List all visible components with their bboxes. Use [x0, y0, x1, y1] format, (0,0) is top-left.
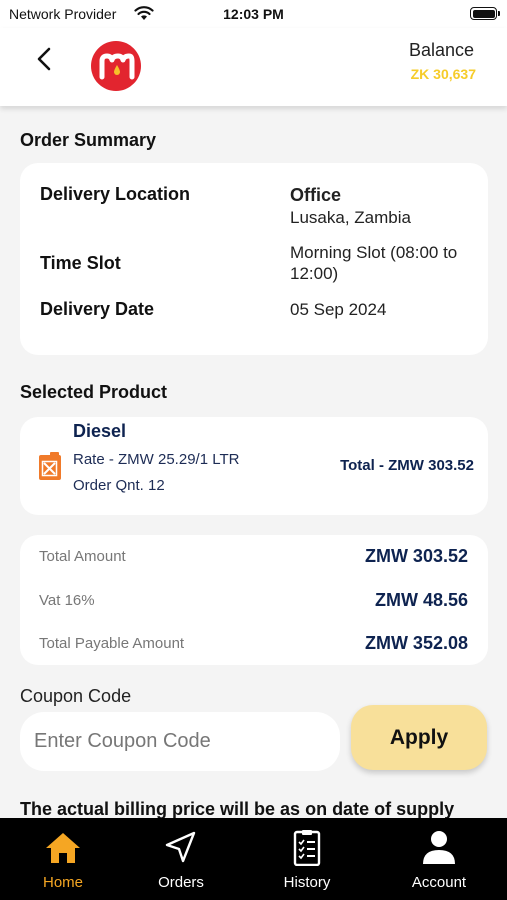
balance-value: ZK 30,637	[410, 66, 476, 82]
billing-note: The actual billing price will be as on d…	[20, 799, 455, 819]
back-arrow-icon[interactable]	[30, 44, 60, 74]
tab-home-label: Home	[42, 874, 83, 891]
order-summary-card: Delivery Location Office Lusaka, Zambia …	[20, 163, 488, 355]
time-slot-label: Time Slot	[40, 253, 121, 273]
product-name: Diesel	[73, 421, 127, 441]
balance-label: Balance	[408, 40, 474, 60]
brand-logo	[91, 41, 141, 91]
delivery-date-label: Delivery Date	[40, 299, 155, 319]
app-header: Balance ZK 30,637	[0, 28, 507, 106]
tab-account-label: Account	[411, 874, 467, 891]
tab-account[interactable]: Account	[376, 818, 502, 900]
bottom-tab-bar: Home Orders History Account	[0, 818, 507, 900]
selected-product-title: Selected Product	[20, 382, 168, 402]
tab-history[interactable]: History	[244, 818, 370, 900]
coupon-code-input[interactable]	[20, 712, 340, 771]
total-payable-label: Total Payable Amount	[39, 635, 185, 652]
total-payable-value: ZMW 352.08	[364, 633, 468, 653]
tab-home[interactable]: Home	[0, 818, 126, 900]
tab-history-label: History	[283, 874, 331, 891]
vat-label: Vat 16%	[39, 592, 95, 609]
navigation-arrow-icon	[165, 831, 196, 863]
selected-product-card: Diesel Rate - ZMW 25.29/1 LTR Order Qnt.…	[20, 417, 488, 515]
vat-value: ZMW 48.56	[374, 590, 468, 610]
delivery-location-name: Office	[290, 185, 342, 205]
status-time: 12:03 PM	[223, 6, 284, 22]
delivery-location-city: Lusaka, Zambia	[290, 208, 411, 227]
fuel-can-icon	[39, 452, 61, 480]
apply-coupon-button[interactable]: Apply	[351, 705, 487, 770]
delivery-location-label: Delivery Location	[40, 184, 191, 204]
time-slot-value: Morning Slot (08:00 to 12:00)	[290, 243, 458, 283]
tab-orders[interactable]: Orders	[118, 818, 244, 900]
tab-orders-label: Orders	[158, 874, 204, 891]
battery-icon	[470, 7, 500, 20]
product-total: Total - ZMW 303.52	[340, 457, 474, 474]
coupon-code-label: Coupon Code	[20, 686, 132, 706]
product-quantity: Order Qnt. 12	[73, 477, 165, 494]
order-summary-title: Order Summary	[20, 130, 157, 150]
clipboard-list-icon	[293, 830, 321, 866]
totals-card: Total Amount ZMW 303.52 Vat 16% ZMW 48.5…	[20, 535, 488, 665]
total-amount-label: Total Amount	[39, 548, 126, 565]
delivery-date-value: 05 Sep 2024	[290, 300, 387, 319]
home-icon	[46, 833, 80, 863]
product-rate: Rate - ZMW 25.29/1 LTR	[73, 451, 240, 468]
person-icon	[423, 831, 455, 864]
total-amount-value: ZMW 303.52	[364, 546, 468, 566]
status-bar: Network Provider 12:03 PM	[0, 0, 507, 28]
